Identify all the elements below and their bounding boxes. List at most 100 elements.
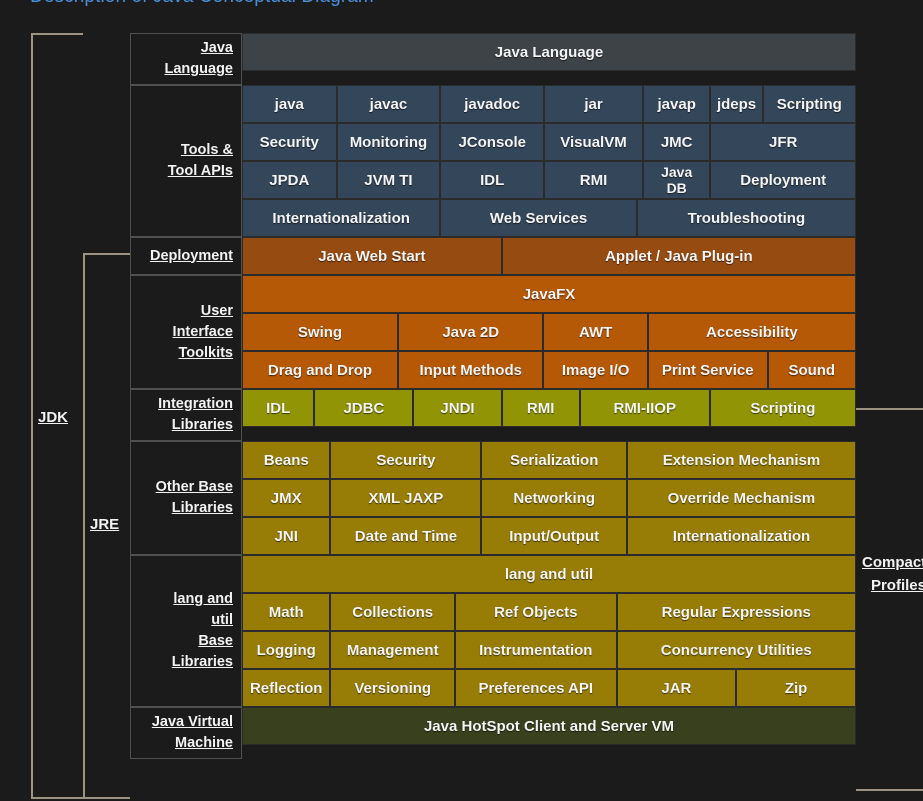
cell-rmi[interactable]: RMI	[501, 389, 580, 427]
grid-row: JavaFX	[242, 275, 856, 313]
cell-jndi[interactable]: JNDI	[413, 389, 502, 427]
cell-jdbc[interactable]: JDBC	[314, 389, 414, 427]
cell-versioning[interactable]: Versioning	[330, 669, 456, 707]
band-body-user-interface-toolkits: JavaFX Swing Java 2D AWT Accessibility Drag a…	[242, 275, 856, 389]
cell-internationalization[interactable]: Internationalization	[626, 517, 856, 555]
row-label-tools-and-tool-apis[interactable]: Tools & Tool APIs	[130, 85, 242, 237]
cell-jpda[interactable]: JPDA	[242, 161, 337, 199]
cell-web-services[interactable]: Web Services	[440, 199, 637, 237]
cell-networking[interactable]: Networking	[481, 479, 627, 517]
grid-row: Swing Java 2D AWT Accessibility	[242, 313, 856, 351]
band-body-lang-and-util-base-libraries: lang and util Math Collections Ref Objects R…	[242, 555, 856, 707]
cell-reflection[interactable]: Reflection	[242, 669, 331, 707]
compact-profiles-label-line2: Profiles	[870, 577, 923, 594]
cell-ref-objects[interactable]: Ref Objects	[455, 593, 617, 631]
compact-profiles-label-line1: Compact	[862, 554, 923, 571]
cell-regular-expressions[interactable]: Regular Expressions	[616, 593, 856, 631]
grid-row: Math Collections Ref Objects Regular Expres…	[242, 593, 856, 631]
grid-row: JMX XML JAXP Networking Override Mechanism	[242, 479, 856, 517]
cell-logging[interactable]: Logging	[242, 631, 331, 669]
cell-jni[interactable]: JNI	[242, 517, 331, 555]
row-label-integration-libraries[interactable]: Integration Libraries	[130, 389, 242, 441]
cell-jar[interactable]: JAR	[616, 669, 737, 707]
row-label-lang-and-util-base-libraries[interactable]: lang and util Base Libraries	[130, 555, 242, 707]
row-label-other-base-libraries[interactable]: Other Base Libraries	[130, 441, 242, 555]
cell-awt[interactable]: AWT	[543, 313, 648, 351]
cell-serialization[interactable]: Serialization	[481, 441, 627, 479]
row-label-java-language[interactable]: Java Language	[130, 33, 242, 85]
cell-input-methods[interactable]: Input Methods	[397, 351, 544, 389]
cell-image-i-o[interactable]: Image I/O	[543, 351, 648, 389]
cell-applet-java-plug-in[interactable]: Applet / Java Plug-in	[501, 237, 856, 275]
cell-idl[interactable]: IDL	[242, 389, 315, 427]
cell-math[interactable]: Math	[242, 593, 331, 631]
cell-visualvm[interactable]: VisualVM	[544, 123, 643, 161]
cell-internationalization[interactable]: Internationalization	[242, 199, 441, 237]
cell-concurrency-utilities[interactable]: Concurrency Utilities	[616, 631, 856, 669]
grid-row: Java Web Start Applet / Java Plug-in	[242, 237, 856, 275]
cell-xml-jaxp[interactable]: XML JAXP	[330, 479, 482, 517]
cell-java-db[interactable]: Java DB	[642, 161, 711, 199]
row-label-line: Integration	[158, 396, 233, 412]
cell-scripting[interactable]: Scripting	[709, 389, 856, 427]
cell-print-service[interactable]: Print Service	[647, 351, 768, 389]
row-label-java-virtual-machine[interactable]: Java Virtual Machine	[130, 707, 242, 759]
cell-java-2d[interactable]: Java 2D	[397, 313, 544, 351]
page-title: Description of Java Conceptual Diagram	[30, 0, 374, 8]
cell-java[interactable]: java	[242, 85, 337, 123]
cell-input-output[interactable]: Input/Output	[481, 517, 627, 555]
cell-javap[interactable]: javap	[642, 85, 711, 123]
grid-row: Logging Management Instrumentation Concurre…	[242, 631, 856, 669]
cell-javac[interactable]: javac	[336, 85, 441, 123]
row-label-line: Machine	[174, 735, 233, 751]
cell-instrumentation[interactable]: Instrumentation	[455, 631, 617, 669]
row-label-line: Tools &	[180, 142, 233, 158]
cell-beans[interactable]: Beans	[242, 441, 331, 479]
cell-extension-mechanism[interactable]: Extension Mechanism	[626, 441, 856, 479]
cell-jvm-ti[interactable]: JVM TI	[336, 161, 441, 199]
cell-jar[interactable]: jar	[544, 85, 643, 123]
cell-collections[interactable]: Collections	[330, 593, 456, 631]
cell-idl[interactable]: IDL	[440, 161, 545, 199]
row-label-line: Other Base	[155, 479, 233, 495]
row-label-deployment[interactable]: Deployment	[130, 237, 242, 275]
cell-javadoc[interactable]: javadoc	[440, 85, 545, 123]
cell-monitoring[interactable]: Monitoring	[336, 123, 441, 161]
cell-jconsole[interactable]: JConsole	[440, 123, 545, 161]
cell-rmi[interactable]: RMI	[544, 161, 643, 199]
cell-drag-and-drop[interactable]: Drag and Drop	[242, 351, 398, 389]
cell-security[interactable]: Security	[242, 123, 337, 161]
row-label-user-interface-toolkits[interactable]: User Interface Toolkits	[130, 275, 242, 389]
cell-java-web-start[interactable]: Java Web Start	[242, 237, 502, 275]
jdk-bracket-label[interactable]: JDK	[38, 409, 68, 426]
compact-profiles-label[interactable]: Compact Profiles	[862, 551, 923, 597]
grid-row: Drag and Drop Input Methods Image I/O Print…	[242, 351, 856, 389]
cell-zip[interactable]: Zip	[736, 669, 856, 707]
cell-swing[interactable]: Swing	[242, 313, 398, 351]
cell-deployment[interactable]: Deployment	[710, 161, 856, 199]
cell-jfr[interactable]: JFR	[710, 123, 856, 161]
band-java-language: Java Language Java Language	[130, 33, 856, 85]
cell-date-and-time[interactable]: Date and Time	[330, 517, 482, 555]
jre-bracket-label[interactable]: JRE	[90, 516, 119, 533]
cell-management[interactable]: Management	[330, 631, 456, 669]
cell-java-hotspot-client-and-server-vm[interactable]: Java HotSpot Client and Server VM	[242, 707, 856, 745]
cell-jmc[interactable]: JMC	[642, 123, 711, 161]
cell-javafx[interactable]: JavaFX	[242, 275, 856, 313]
cell-scripting[interactable]: Scripting	[762, 85, 856, 123]
cell-java-language[interactable]: Java Language	[242, 33, 856, 71]
cell-lang-and-util[interactable]: lang and util	[242, 555, 856, 593]
cell-preferences-api[interactable]: Preferences API	[455, 669, 617, 707]
cell-troubleshooting[interactable]: Troubleshooting	[636, 199, 856, 237]
row-label-line: Libraries	[171, 417, 233, 433]
cell-override-mechanism[interactable]: Override Mechanism	[626, 479, 856, 517]
cell-security[interactable]: Security	[330, 441, 482, 479]
band-body-tools-and-tool-apis: java javac javadoc jar javap jdeps Scripting Se…	[242, 85, 856, 237]
cell-sound[interactable]: Sound	[767, 351, 856, 389]
cell-jdeps[interactable]: jdeps	[710, 85, 763, 123]
cell-jmx[interactable]: JMX	[242, 479, 331, 517]
grid-row: Java Language	[242, 33, 856, 71]
band-body-java-language: Java Language	[242, 33, 856, 85]
cell-rmi-iiop[interactable]: RMI-IIOP	[579, 389, 710, 427]
cell-accessibility[interactable]: Accessibility	[647, 313, 856, 351]
